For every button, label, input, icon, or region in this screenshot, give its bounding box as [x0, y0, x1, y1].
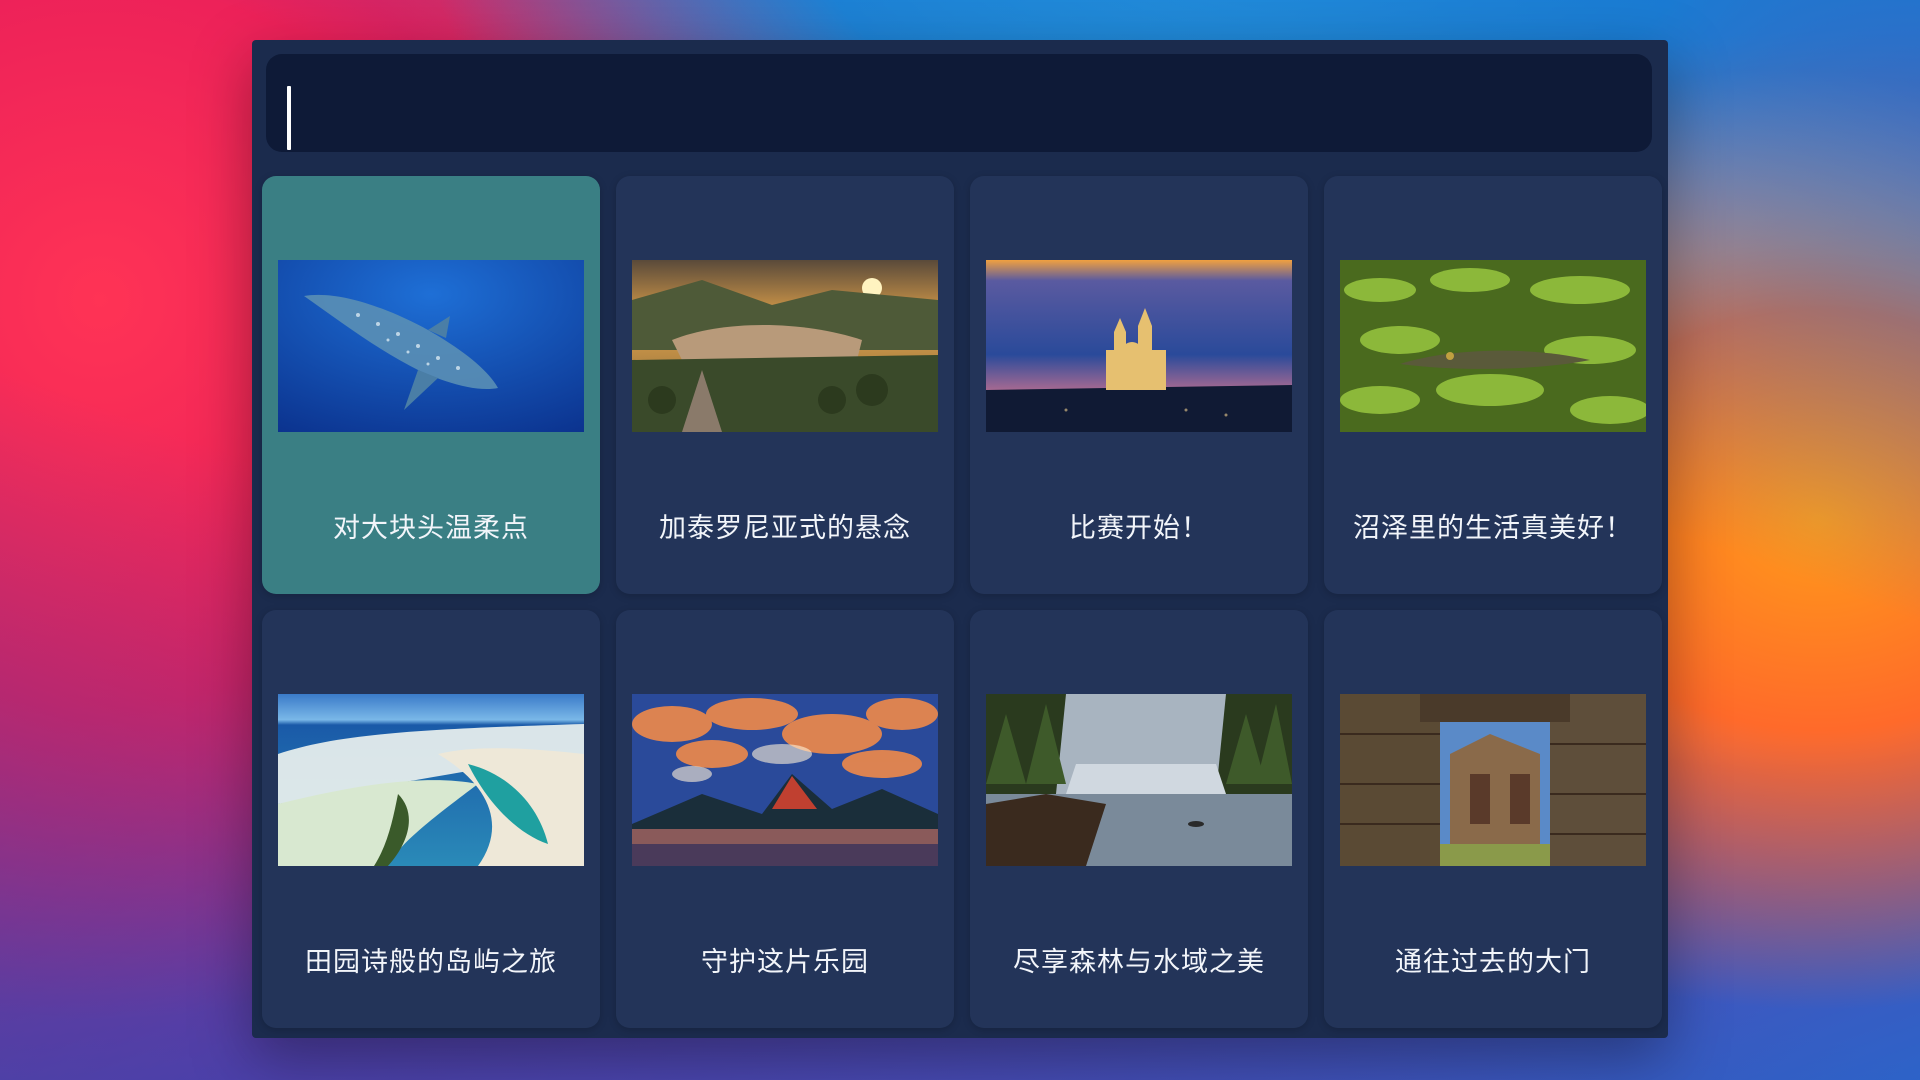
result-tile[interactable]: 守护这片乐园: [616, 610, 954, 1028]
mountain-lake-thumbnail: [632, 694, 938, 866]
crocodile-thumbnail: [1340, 260, 1646, 432]
forest-lake-thumbnail: [986, 694, 1292, 866]
tile-title: 田园诗般的岛屿之旅: [305, 947, 557, 978]
result-tile[interactable]: 加泰罗尼亚式的悬念: [616, 176, 954, 594]
cathedral-thumbnail: [986, 260, 1292, 432]
result-tile[interactable]: 比赛开始！: [970, 176, 1308, 594]
search-bar[interactable]: [266, 54, 1652, 152]
result-tile[interactable]: 对大块头温柔点: [262, 176, 600, 594]
whale-shark-thumbnail: [278, 260, 584, 432]
result-tile[interactable]: 通往过去的大门: [1324, 610, 1662, 1028]
tile-title: 守护这片乐园: [701, 947, 869, 978]
text-caret: [287, 86, 291, 150]
tile-title: 比赛开始！: [1069, 513, 1209, 544]
temple-gate-thumbnail: [1340, 694, 1646, 866]
launcher-panel: 对大块头温柔点 加泰罗尼亚式的悬念 比赛开始！ 沼泽里的生活真美好！ 田园诗般的…: [252, 40, 1668, 1038]
tile-title: 尽享森林与水域之美: [1013, 947, 1265, 978]
tile-title: 对大块头温柔点: [333, 513, 529, 544]
tile-title: 通往过去的大门: [1395, 947, 1591, 978]
result-tile[interactable]: 沼泽里的生活真美好！: [1324, 176, 1662, 594]
tile-title: 加泰罗尼亚式的悬念: [659, 513, 911, 544]
search-input[interactable]: [276, 54, 1636, 152]
results-grid: 对大块头温柔点 加泰罗尼亚式的悬念 比赛开始！ 沼泽里的生活真美好！ 田园诗般的…: [262, 176, 1662, 1028]
cliff-village-thumbnail: [632, 260, 938, 432]
result-tile[interactable]: 田园诗般的岛屿之旅: [262, 610, 600, 1028]
result-tile[interactable]: 尽享森林与水域之美: [970, 610, 1308, 1028]
tile-title: 沼泽里的生活真美好！: [1353, 513, 1633, 544]
island-thumbnail: [278, 694, 584, 866]
